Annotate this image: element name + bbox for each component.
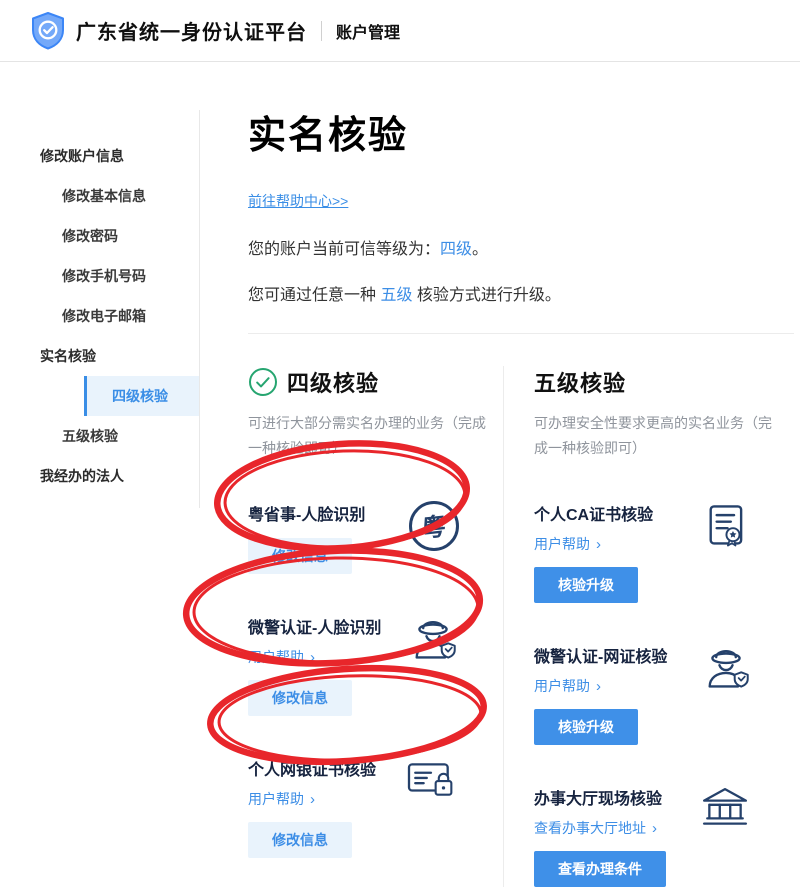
chevron-right-icon: › xyxy=(310,791,315,808)
sidebar-item-level4-verify[interactable]: 四级核验 xyxy=(84,376,199,416)
card-weijing-face: 微警认证-人脸识别 用户帮助 › 修改信息 xyxy=(248,614,503,716)
level5-column: 五级核验 可办理安全性要求更高的实名业务（完成一种核验即可） 个人CA证书核验 … xyxy=(503,366,794,887)
level4-column: 四级核验 可进行大部分需实名办理的业务（完成一种核验即可） 粤省事-人脸识别 修… xyxy=(248,366,503,887)
upgrade-hint-text: 您可通过任意一种 五级 核验方式进行升级。 xyxy=(248,281,794,305)
card-title: 办事大厅现场核验 xyxy=(534,785,722,809)
upgrade-hint-prefix: 您可通过任意一种 xyxy=(248,287,380,304)
current-level-text: 您的账户当前可信等级为：四级。 xyxy=(248,235,794,259)
card-personal-netbank-cert: 个人网银证书核验 用户帮助 › 修改信息 xyxy=(248,756,503,858)
current-level-value: 四级 xyxy=(440,241,472,258)
hall-address-label: 查看办事大厅地址 xyxy=(534,818,646,838)
level4-heading: 四级核验 xyxy=(287,366,379,398)
user-help-link[interactable]: 用户帮助 › xyxy=(534,534,601,554)
current-level-suffix: 。 xyxy=(472,241,488,258)
police-officer-icon xyxy=(407,614,459,664)
certificate-seal-icon xyxy=(702,501,752,551)
app-header: 广东省统一身份认证平台 账户管理 xyxy=(0,0,800,62)
page-title: 实名核验 xyxy=(248,104,794,159)
user-help-link[interactable]: 用户帮助 › xyxy=(534,676,601,696)
card-title: 个人CA证书核验 xyxy=(534,501,722,525)
level5-heading: 五级核验 xyxy=(534,366,626,398)
modify-info-button[interactable]: 修改信息 xyxy=(248,538,352,574)
sidebar-item-modify-basic-info[interactable]: 修改基本信息 xyxy=(0,176,199,216)
verify-upgrade-button[interactable]: 核验升级 xyxy=(534,567,638,603)
sidebar-item-modify-account-info[interactable]: 修改账户信息 xyxy=(0,136,199,176)
card-personal-ca-cert: 个人CA证书核验 用户帮助 › 核验升级 xyxy=(534,501,794,603)
sidebar-nav: 修改账户信息 修改基本信息 修改密码 修改手机号码 修改电子邮箱 实名核验 四级… xyxy=(0,110,200,508)
verify-upgrade-button[interactable]: 核验升级 xyxy=(534,709,638,745)
user-help-label: 用户帮助 xyxy=(248,647,304,667)
yue-circle-icon: 粤 xyxy=(409,501,459,551)
modify-info-button[interactable]: 修改信息 xyxy=(248,680,352,716)
card-title: 个人网银证书核验 xyxy=(248,756,431,780)
sidebar-item-modify-email[interactable]: 修改电子邮箱 xyxy=(0,296,199,336)
sidebar-item-realname-verify[interactable]: 实名核验 xyxy=(0,336,199,376)
government-building-icon xyxy=(698,785,752,833)
level4-description: 可进行大部分需实名办理的业务（完成一种核验即可） xyxy=(248,411,490,461)
section-title: 账户管理 xyxy=(336,19,400,43)
card-title: 微警认证-人脸识别 xyxy=(248,614,431,638)
shield-check-icon xyxy=(30,11,66,51)
sidebar-item-my-legal-entities[interactable]: 我经办的法人 xyxy=(0,456,199,496)
chevron-right-icon: › xyxy=(652,820,657,837)
chevron-right-icon: › xyxy=(596,536,601,553)
main-content: 实名核验 前往帮助中心>> 您的账户当前可信等级为：四级。 您可通过任意一种 五… xyxy=(248,62,794,887)
upgrade-hint-suffix: 核验方式进行升级。 xyxy=(412,287,560,304)
sidebar-item-modify-password[interactable]: 修改密码 xyxy=(0,216,199,256)
header-divider xyxy=(321,21,322,41)
card-title: 微警认证-网证核验 xyxy=(534,643,722,667)
level5-description: 可办理安全性要求更高的实名业务（完成一种核验即可） xyxy=(534,411,776,461)
bank-card-lock-icon xyxy=(405,756,459,802)
upgrade-level-value: 五级 xyxy=(380,287,412,304)
police-officer-icon xyxy=(700,643,752,693)
user-help-link[interactable]: 用户帮助 › xyxy=(248,647,315,667)
section-divider xyxy=(248,333,794,334)
card-title: 粤省事-人脸识别 xyxy=(248,501,431,525)
user-help-label: 用户帮助 xyxy=(534,534,590,554)
view-conditions-button[interactable]: 查看办理条件 xyxy=(534,851,666,887)
card-yueshengshi-face: 粤省事-人脸识别 修改信息 粤 xyxy=(248,501,503,574)
card-service-hall-onsite: 办事大厅现场核验 查看办事大厅地址 › 查看办理条件 xyxy=(534,785,794,887)
card-weijing-netcert: 微警认证-网证核验 用户帮助 › 核验升级 xyxy=(534,643,794,745)
sidebar-item-level5-verify[interactable]: 五级核验 xyxy=(0,416,199,456)
chevron-right-icon: › xyxy=(596,678,601,695)
user-help-label: 用户帮助 xyxy=(248,789,304,809)
platform-title: 广东省统一身份认证平台 xyxy=(76,16,307,45)
user-help-link[interactable]: 用户帮助 › xyxy=(248,789,315,809)
user-help-label: 用户帮助 xyxy=(534,676,590,696)
sidebar-item-modify-phone[interactable]: 修改手机号码 xyxy=(0,256,199,296)
current-level-prefix: 您的账户当前可信等级为： xyxy=(248,241,440,258)
modify-info-button[interactable]: 修改信息 xyxy=(248,822,352,858)
chevron-right-icon: › xyxy=(310,649,315,666)
help-center-link[interactable]: 前往帮助中心>> xyxy=(248,191,348,211)
hall-address-link[interactable]: 查看办事大厅地址 › xyxy=(534,818,657,838)
green-circle-check-icon xyxy=(248,367,278,397)
